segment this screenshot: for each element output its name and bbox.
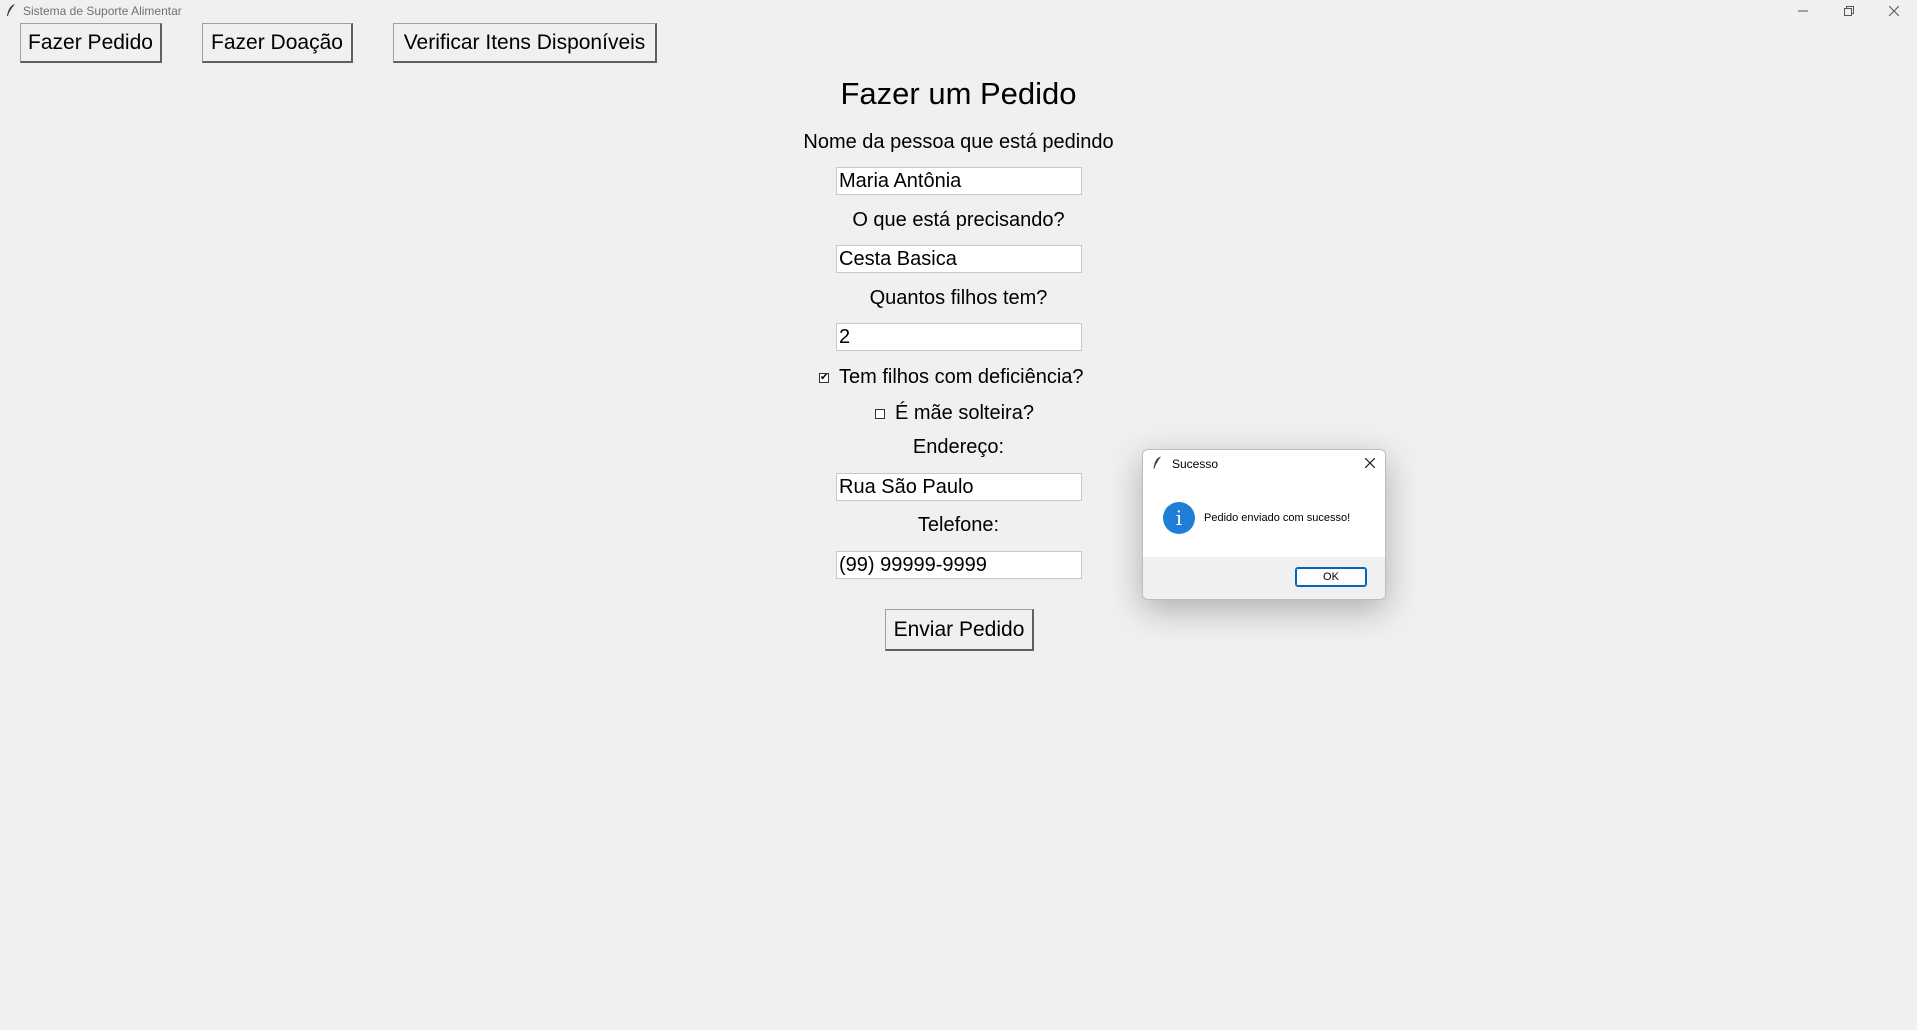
close-icon	[1365, 458, 1375, 468]
checkmark-icon: ✔	[820, 371, 829, 383]
dialog-footer: OK	[1143, 557, 1385, 599]
disability-checkbox[interactable]: ✔	[819, 371, 829, 383]
ok-button[interactable]: OK	[1295, 567, 1367, 587]
close-button[interactable]	[1871, 0, 1917, 22]
minimize-icon	[1798, 10, 1808, 12]
info-icon: i	[1163, 502, 1195, 534]
window-title: Sistema de Suporte Alimentar	[23, 4, 182, 18]
disability-checkbox-row[interactable]: ✔ Tem filhos com deficiência?	[819, 366, 1084, 389]
dialog-message: Pedido enviado com sucesso!	[1204, 512, 1351, 524]
name-label: Nome da pessoa que está pedindo	[803, 131, 1114, 153]
dialog-titlebar: Sucesso	[1143, 450, 1385, 476]
single-mother-checkbox-row[interactable]: É mãe solteira?	[875, 402, 1034, 425]
restore-icon	[1844, 6, 1854, 16]
check-items-nav-button[interactable]: Verificar Itens Disponíveis	[393, 23, 657, 63]
form-title: Fazer um Pedido	[840, 76, 1077, 111]
feather-icon	[7, 4, 15, 16]
need-label: O que está precisando?	[852, 209, 1065, 231]
disability-label: Tem filhos com deficiência?	[839, 366, 1084, 388]
children-label: Quantos filhos tem?	[869, 287, 1048, 309]
single-mother-label: É mãe solteira?	[895, 402, 1034, 424]
donation-nav-button[interactable]: Fazer Doação	[202, 23, 353, 63]
name-input[interactable]	[836, 167, 1082, 195]
single-mother-checkbox[interactable]	[875, 408, 885, 419]
address-label: Endereço:	[912, 436, 1005, 458]
need-input[interactable]	[836, 245, 1082, 273]
feather-icon	[1153, 456, 1161, 469]
address-input[interactable]	[836, 473, 1082, 501]
close-icon	[1889, 6, 1899, 16]
window-titlebar: Sistema de Suporte Alimentar	[0, 0, 1917, 22]
children-input[interactable]	[836, 323, 1082, 351]
dialog-body: i Pedido enviado com sucesso!	[1143, 476, 1385, 557]
phone-label: Telefone:	[917, 514, 1000, 536]
phone-input[interactable]	[836, 551, 1082, 579]
restore-button[interactable]	[1826, 0, 1872, 22]
dialog-close-button[interactable]	[1361, 454, 1379, 472]
order-nav-button[interactable]: Fazer Pedido	[20, 23, 162, 63]
success-dialog: Sucesso i Pedido enviado com sucesso! OK	[1142, 449, 1386, 600]
dialog-title: Sucesso	[1172, 457, 1219, 471]
submit-order-button[interactable]: Enviar Pedido	[885, 609, 1034, 651]
minimize-button[interactable]	[1780, 0, 1826, 22]
